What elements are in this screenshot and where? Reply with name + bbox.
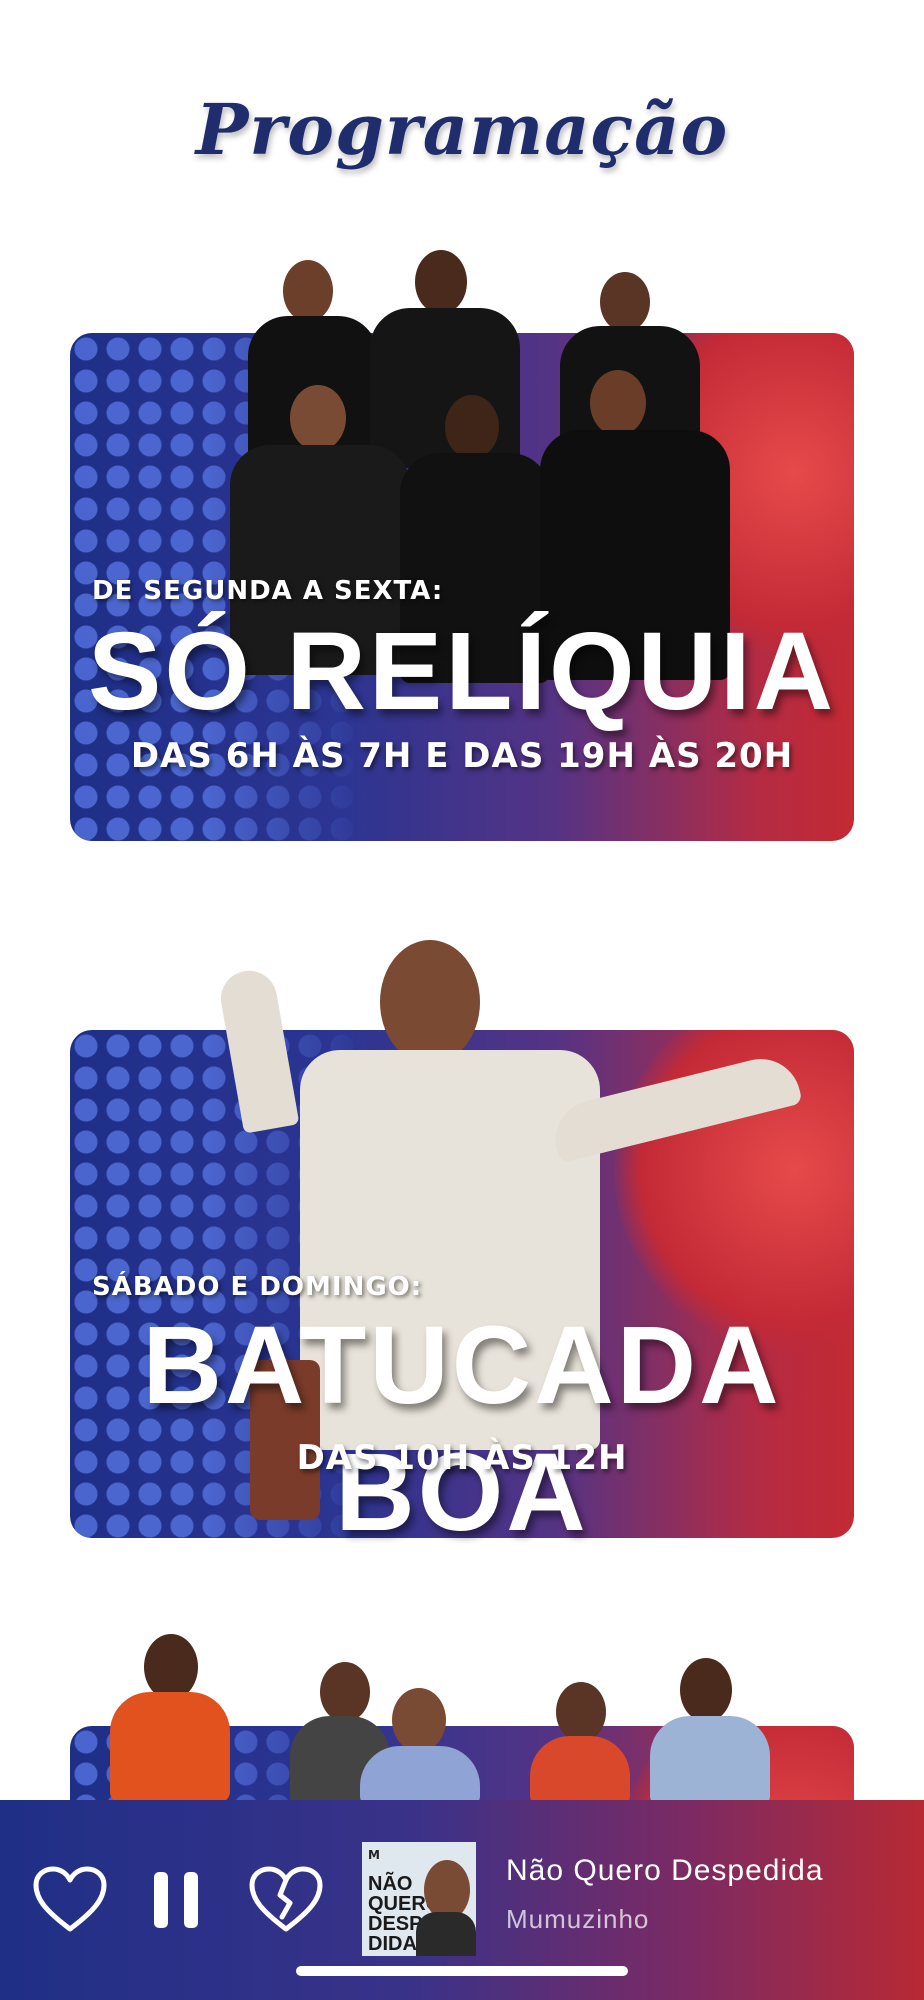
program-days: DE SEGUNDA A SEXTA:: [92, 576, 444, 606]
like-button[interactable]: [30, 1860, 110, 1940]
pause-icon: [154, 1872, 198, 1928]
program-name: SÓ RELÍQUIA: [87, 610, 837, 733]
group-photo: [70, 1630, 854, 1806]
album-art[interactable]: M NÃO QUERO DESPE DIDA: [362, 1842, 476, 1956]
program-card-batucada-boa[interactable]: SÁBADO E DOMINGO: BATUCADA BOA DAS 10H À…: [70, 930, 854, 1554]
album-logo-icon: M: [368, 1848, 380, 1862]
track-title[interactable]: Não Quero Despedida: [506, 1854, 824, 1888]
pause-button[interactable]: [136, 1860, 216, 1940]
program-time: DAS 6H ÀS 7H E DAS 19H ÀS 20H: [130, 736, 794, 776]
track-artist[interactable]: Mumuzinho: [506, 1904, 649, 1935]
program-name: BATUCADA BOA: [142, 1304, 782, 1554]
dislike-button[interactable]: [246, 1860, 326, 1940]
heart-icon: [33, 1866, 107, 1932]
program-card-3[interactable]: [70, 1630, 854, 1826]
home-indicator[interactable]: [296, 1966, 628, 1976]
program-card-so-reliquia[interactable]: DE SEGUNDA A SEXTA: SÓ RELÍQUIA DAS 6H À…: [70, 250, 854, 850]
program-time: DAS 10H ÀS 12H: [296, 1438, 628, 1478]
page-title: Programação: [195, 88, 729, 171]
broken-heart-icon: [249, 1866, 323, 1932]
program-days: SÁBADO E DOMINGO:: [92, 1272, 423, 1302]
